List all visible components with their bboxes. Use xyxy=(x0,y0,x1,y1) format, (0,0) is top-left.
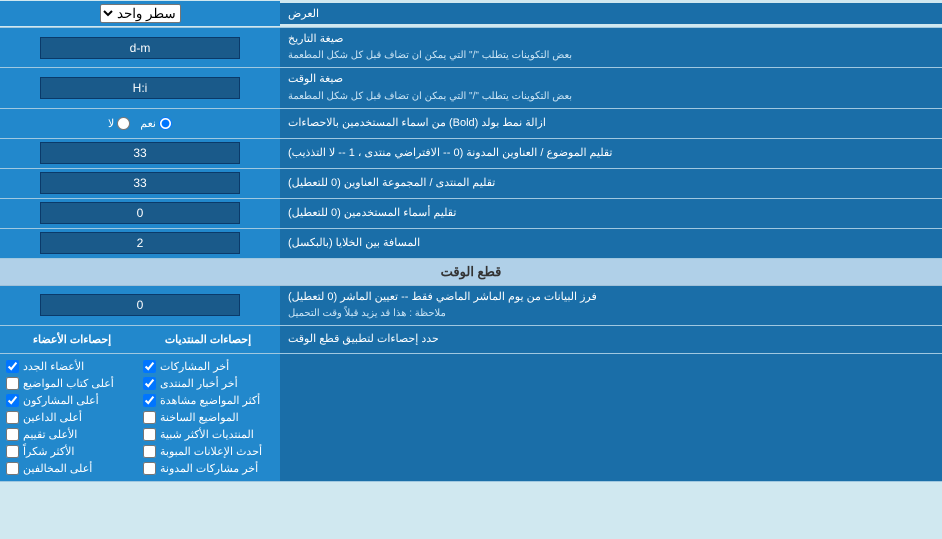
topic-subject-input-cell xyxy=(0,139,280,168)
member-stat-1-checkbox[interactable] xyxy=(6,360,19,373)
time-format-input[interactable] xyxy=(40,77,240,99)
bold-radio-group: نعم لا xyxy=(98,117,182,130)
cell-spacing-row: المسافة بين الخلايا (بالبكسل) xyxy=(0,229,942,259)
members-stats-header: إحصاءات الأعضاء xyxy=(6,333,138,346)
post-stat-3-checkbox[interactable] xyxy=(143,394,156,407)
usernames-row: تقليم أسماء المستخدمين (0 للتعطيل) xyxy=(0,199,942,229)
post-stat-5: المنتديات الأكثر شبية xyxy=(143,426,274,443)
usernames-input[interactable] xyxy=(40,202,240,224)
post-stat-4-checkbox[interactable] xyxy=(143,411,156,424)
post-stat-1-checkbox[interactable] xyxy=(143,360,156,373)
stats-apply-label: حدد إحصاءات لتطبيق قطع الوقت xyxy=(280,326,942,353)
post-stat-4: المواضيع الساخنة xyxy=(143,409,274,426)
member-stat-2-checkbox[interactable] xyxy=(6,377,19,390)
stats-items-container: أخر المشاركات أخر أخبار المنتدى أكثر الم… xyxy=(0,354,942,482)
topic-subject-row: تقليم الموضوع / العناوين المدونة (0 -- ا… xyxy=(0,139,942,169)
member-stat-5: الأعلى تقييم xyxy=(6,426,137,443)
cell-spacing-input[interactable] xyxy=(40,232,240,254)
cell-spacing-label: المسافة بين الخلايا (بالبكسل) xyxy=(280,229,942,258)
post-stat-5-checkbox[interactable] xyxy=(143,428,156,441)
member-stat-3-checkbox[interactable] xyxy=(6,394,19,407)
member-stat-6-checkbox[interactable] xyxy=(6,445,19,458)
main-container: العرض سطر واحد صيغة التاريخ بعض التكوينا… xyxy=(0,0,942,482)
posts-stats-col: أخر المشاركات أخر أخبار المنتدى أكثر الم… xyxy=(143,358,274,477)
time-format-label: صيغة الوقت بعض التكوينات يتطلب "/" التي … xyxy=(280,68,942,107)
post-stat-7-checkbox[interactable] xyxy=(143,462,156,475)
post-stat-2: أخر أخبار المنتدى xyxy=(143,375,274,392)
stats-empty-left xyxy=(280,354,942,481)
date-format-row: صيغة التاريخ بعض التكوينات يتطلب "/" الت… xyxy=(0,28,942,68)
post-stat-6-checkbox[interactable] xyxy=(143,445,156,458)
post-stat-2-checkbox[interactable] xyxy=(143,377,156,390)
display-label: العرض xyxy=(280,3,942,24)
time-format-input-cell xyxy=(0,68,280,107)
member-stat-4: أعلى الداعين xyxy=(6,409,137,426)
date-format-label: صيغة التاريخ بعض التكوينات يتطلب "/" الت… xyxy=(280,28,942,67)
bold-no-radio[interactable] xyxy=(117,117,130,130)
stats-section: حدد إحصاءات لتطبيق قطع الوقت إحصاءات الم… xyxy=(0,326,942,482)
display-input-cell: سطر واحد xyxy=(0,1,280,26)
post-stat-3: أكثر المواضيع مشاهدة xyxy=(143,392,274,409)
bold-no-label[interactable]: لا xyxy=(108,117,130,130)
usernames-input-cell xyxy=(0,199,280,228)
time-format-row: صيغة الوقت بعض التكوينات يتطلب "/" التي … xyxy=(0,68,942,108)
member-stat-2: أعلى كتاب المواضيع xyxy=(6,375,137,392)
filter-days-input[interactable] xyxy=(40,294,240,316)
filter-days-row: فرز البيانات من يوم الماشر الماضي فقط --… xyxy=(0,286,942,326)
forum-group-label: تقليم المنتدى / المجموعة العناوين (0 للت… xyxy=(280,169,942,198)
forum-group-row: تقليم المنتدى / المجموعة العناوين (0 للت… xyxy=(0,169,942,199)
date-format-input-cell xyxy=(0,28,280,67)
forum-group-input[interactable] xyxy=(40,172,240,194)
forum-group-input-cell xyxy=(0,169,280,198)
bold-yes-radio[interactable] xyxy=(159,117,172,130)
usernames-label: تقليم أسماء المستخدمين (0 للتعطيل) xyxy=(280,199,942,228)
member-stat-7-checkbox[interactable] xyxy=(6,462,19,475)
members-stats-col: الأعضاء الجدد أعلى كتاب المواضيع أعلى ال… xyxy=(6,358,137,477)
post-stat-1: أخر المشاركات xyxy=(143,358,274,375)
topic-subject-input[interactable] xyxy=(40,142,240,164)
member-stat-7: أعلى المخالفين xyxy=(6,460,137,477)
post-stat-6: أحدث الإعلانات المبوبة xyxy=(143,443,274,460)
member-stat-5-checkbox[interactable] xyxy=(6,428,19,441)
date-format-input[interactable] xyxy=(40,37,240,59)
filter-days-input-cell xyxy=(0,286,280,325)
topic-subject-label: تقليم الموضوع / العناوين المدونة (0 -- ا… xyxy=(280,139,942,168)
filter-days-label: فرز البيانات من يوم الماشر الماضي فقط --… xyxy=(280,286,942,325)
stats-header-row: حدد إحصاءات لتطبيق قطع الوقت إحصاءات الم… xyxy=(0,326,942,354)
display-select[interactable]: سطر واحد xyxy=(100,4,181,23)
bold-remove-input-cell: نعم لا xyxy=(0,109,280,138)
time-cutoff-header: قطع الوقت xyxy=(0,259,942,286)
posts-stats-header: إحصاءات المنتديات xyxy=(142,333,274,346)
stats-checkboxes: أخر المشاركات أخر أخبار المنتدى أكثر الم… xyxy=(0,354,280,481)
bold-yes-label[interactable]: نعم xyxy=(140,117,172,130)
member-stat-3: أعلى المشاركون xyxy=(6,392,137,409)
stats-columns-header: إحصاءات المنتديات إحصاءات الأعضاء xyxy=(0,326,280,353)
cell-spacing-input-cell xyxy=(0,229,280,258)
member-stat-1: الأعضاء الجدد xyxy=(6,358,137,375)
display-row: العرض سطر واحد xyxy=(0,0,942,28)
bold-remove-label: ازالة نمط بولد (Bold) من اسماء المستخدمي… xyxy=(280,109,942,138)
stats-col-headers: إحصاءات المنتديات إحصاءات الأعضاء xyxy=(6,333,274,346)
bold-remove-row: ازالة نمط بولد (Bold) من اسماء المستخدمي… xyxy=(0,109,942,139)
member-stat-4-checkbox[interactable] xyxy=(6,411,19,424)
post-stat-7: أخر مشاركات المدونة xyxy=(143,460,274,477)
member-stat-6: الأكثر شكراً xyxy=(6,443,137,460)
